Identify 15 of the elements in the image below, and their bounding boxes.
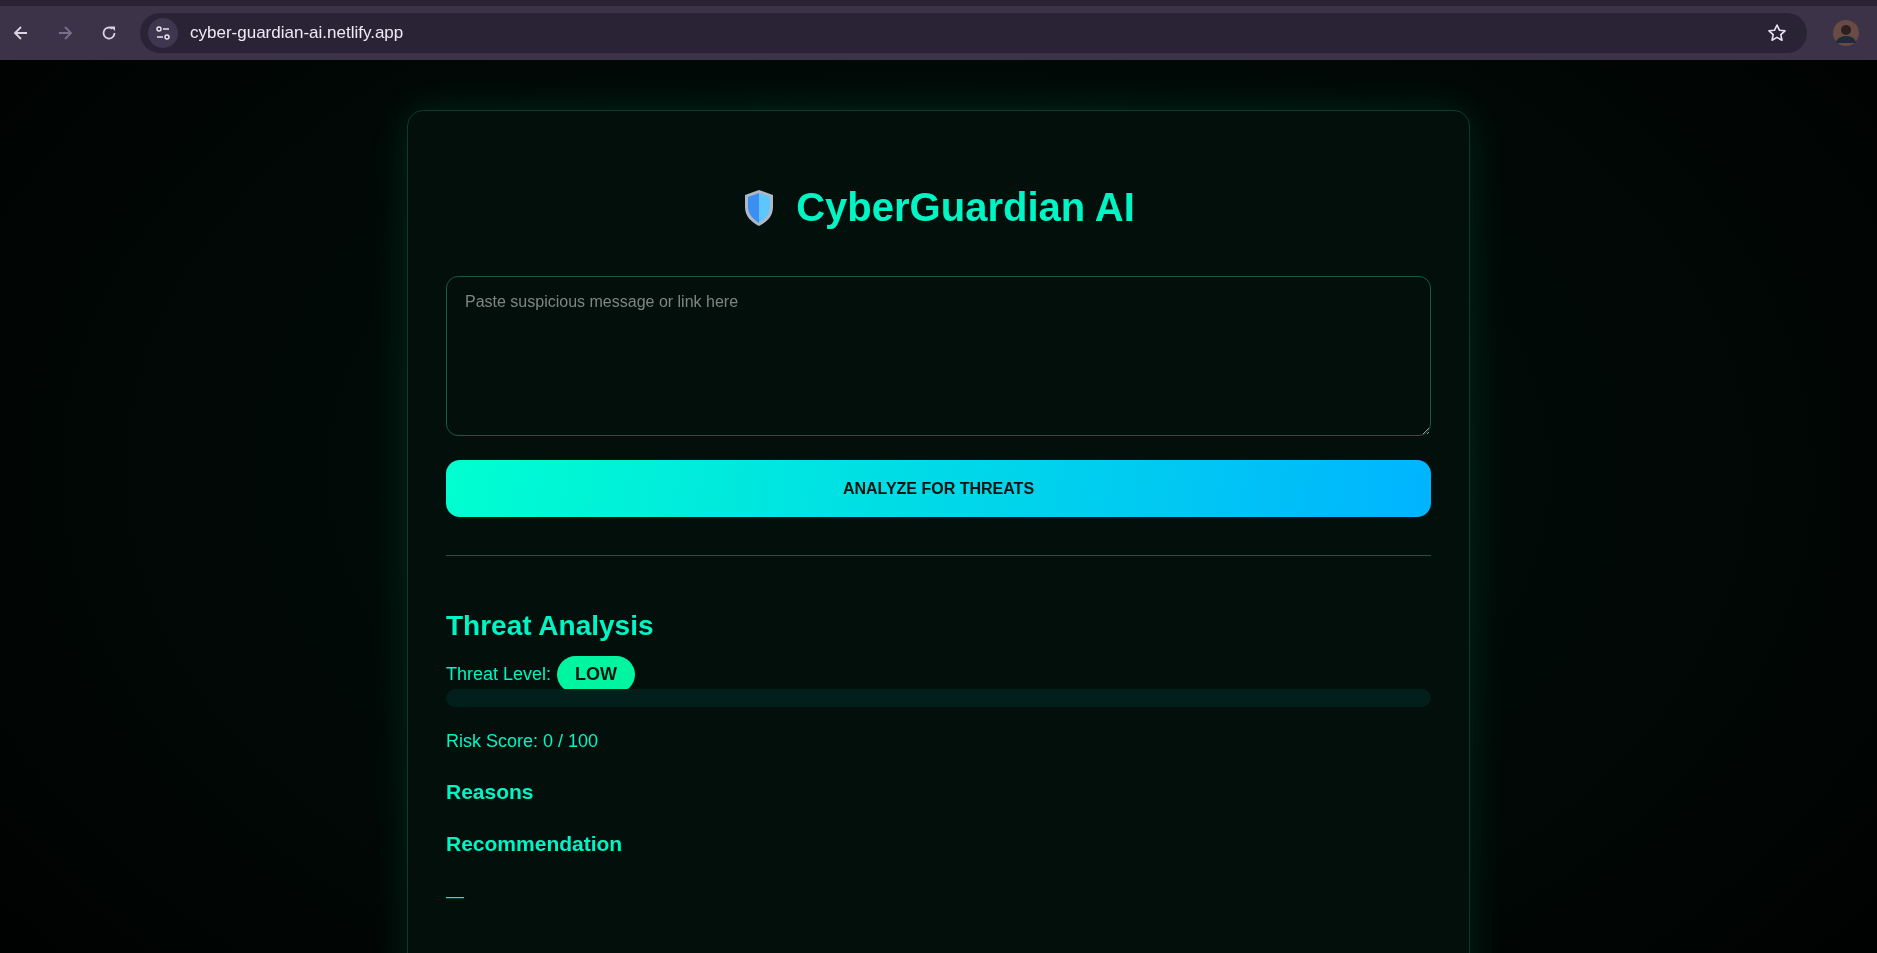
address-bar[interactable]: cyber-guardian-ai.netlify.app <box>140 13 1807 53</box>
message-input[interactable]: Paste suspicious message or link here <box>446 276 1431 436</box>
back-icon[interactable] <box>12 24 30 42</box>
bookmark-star-icon[interactable] <box>1767 23 1787 43</box>
threat-level-label: Threat Level: <box>446 664 552 685</box>
reasons-heading: Reasons <box>446 780 535 804</box>
risk-score: Risk Score: 0 / 100 <box>446 731 600 752</box>
app-title: CyberGuardian AI <box>796 185 1135 230</box>
url-text: cyber-guardian-ai.netlify.app <box>190 23 405 43</box>
recommendation-heading: Recommendation <box>446 832 624 856</box>
analyze-button[interactable]: ANALYZE FOR THREATS <box>446 460 1431 517</box>
reload-icon[interactable] <box>100 24 118 42</box>
site-settings-icon[interactable] <box>148 18 178 48</box>
analysis-heading: Threat Analysis <box>446 610 655 642</box>
recommendation-text: — <box>446 886 465 907</box>
